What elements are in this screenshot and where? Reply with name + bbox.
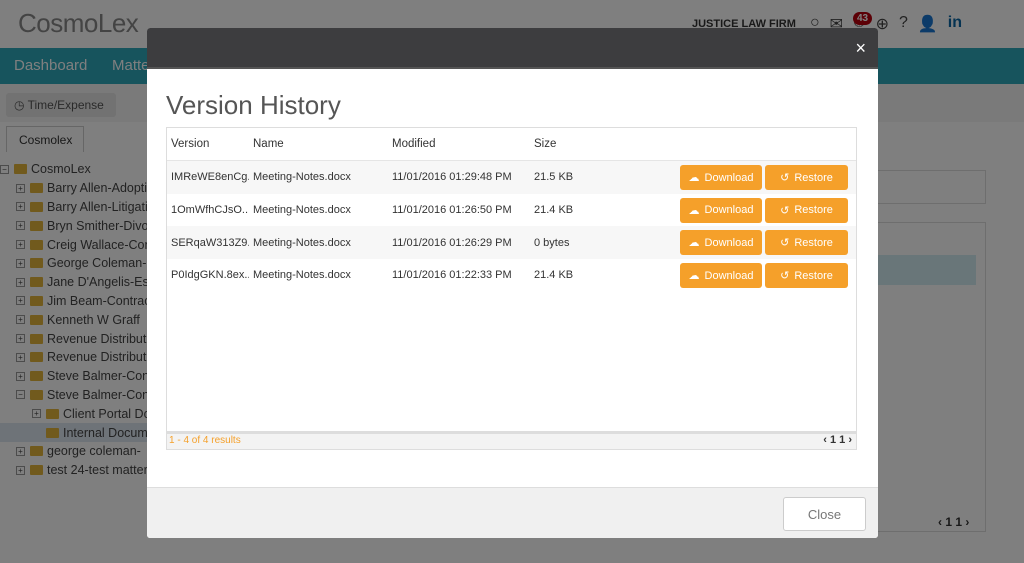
modal-header: × <box>147 28 878 69</box>
close-icon[interactable]: × <box>855 38 866 59</box>
version-id: SERqaW313Z9... <box>171 236 249 249</box>
modified-date: 11/01/2016 01:22:33 PM <box>392 269 512 282</box>
file-size: 21.5 KB <box>534 171 574 184</box>
file-name: Meeting-Notes.docx <box>253 204 351 217</box>
download-label: Download <box>704 171 754 184</box>
col-version: Version <box>171 138 210 150</box>
modal-footer: Close <box>147 487 878 538</box>
modified-date: 11/01/2016 01:29:48 PM <box>392 171 512 184</box>
file-name: Meeting-Notes.docx <box>253 236 351 249</box>
close-button[interactable]: Close <box>783 497 866 531</box>
version-id: P0IdgGKN.8ex... <box>171 269 249 282</box>
restore-label: Restore <box>794 204 833 217</box>
file-name: Meeting-Notes.docx <box>253 171 351 184</box>
download-button[interactable]: ☁ Download <box>680 263 762 289</box>
table-row: 1OmWfhCJsO... Meeting-Notes.docx 11/01/2… <box>167 194 856 227</box>
version-history-modal: × Version History Version Name Modified … <box>147 28 878 538</box>
file-size: 21.4 KB <box>534 204 574 217</box>
restore-button[interactable]: ↺ Restore <box>765 197 848 223</box>
table-footer: 1 - 4 of 4 results ‹ 1 1 › <box>167 431 856 449</box>
results-count: 1 - 4 of 4 results <box>169 435 241 446</box>
col-name: Name <box>253 138 284 150</box>
download-label: Download <box>704 204 754 217</box>
col-size: Size <box>534 138 557 150</box>
col-modified: Modified <box>392 138 436 150</box>
version-id: IMReWE8enCg... <box>171 171 249 184</box>
download-button[interactable]: ☁ Download <box>680 197 762 223</box>
file-size: 0 bytes <box>534 236 570 249</box>
restore-icon: ↺ <box>780 204 790 217</box>
restore-label: Restore <box>794 236 833 249</box>
versions-table: Version Name Modified Size IMReWE8enCg..… <box>166 127 857 450</box>
table-header: Version Name Modified Size <box>167 128 856 161</box>
modal-title: Version History <box>166 90 341 120</box>
table-row: IMReWE8enCg... Meeting-Notes.docx 11/01/… <box>167 161 856 194</box>
download-button[interactable]: ☁ Download <box>680 230 762 256</box>
restore-button[interactable]: ↺ Restore <box>765 165 848 190</box>
cloud-download-icon: ☁ <box>688 270 700 283</box>
version-id: 1OmWfhCJsO... <box>171 204 249 217</box>
restore-icon: ↺ <box>780 172 790 184</box>
download-label: Download <box>704 269 754 282</box>
table-row: SERqaW313Z9... Meeting-Notes.docx 11/01/… <box>167 226 856 260</box>
table-pager[interactable]: ‹ 1 1 › <box>823 434 852 446</box>
restore-label: Restore <box>794 269 833 282</box>
download-button[interactable]: ☁ Download <box>680 165 762 190</box>
cloud-download-icon: ☁ <box>688 172 700 184</box>
restore-label: Restore <box>794 171 833 184</box>
restore-icon: ↺ <box>780 270 790 283</box>
table-row: P0IdgGKN.8ex... Meeting-Notes.docx 11/01… <box>167 259 856 292</box>
restore-icon: ↺ <box>780 237 790 250</box>
download-label: Download <box>704 236 754 249</box>
cloud-download-icon: ☁ <box>688 237 700 250</box>
restore-button[interactable]: ↺ Restore <box>765 263 848 289</box>
cloud-download-icon: ☁ <box>688 204 700 217</box>
file-name: Meeting-Notes.docx <box>253 269 351 282</box>
modified-date: 11/01/2016 01:26:29 PM <box>392 236 512 249</box>
restore-button[interactable]: ↺ Restore <box>765 230 848 256</box>
file-size: 21.4 KB <box>534 269 574 282</box>
modified-date: 11/01/2016 01:26:50 PM <box>392 204 512 217</box>
